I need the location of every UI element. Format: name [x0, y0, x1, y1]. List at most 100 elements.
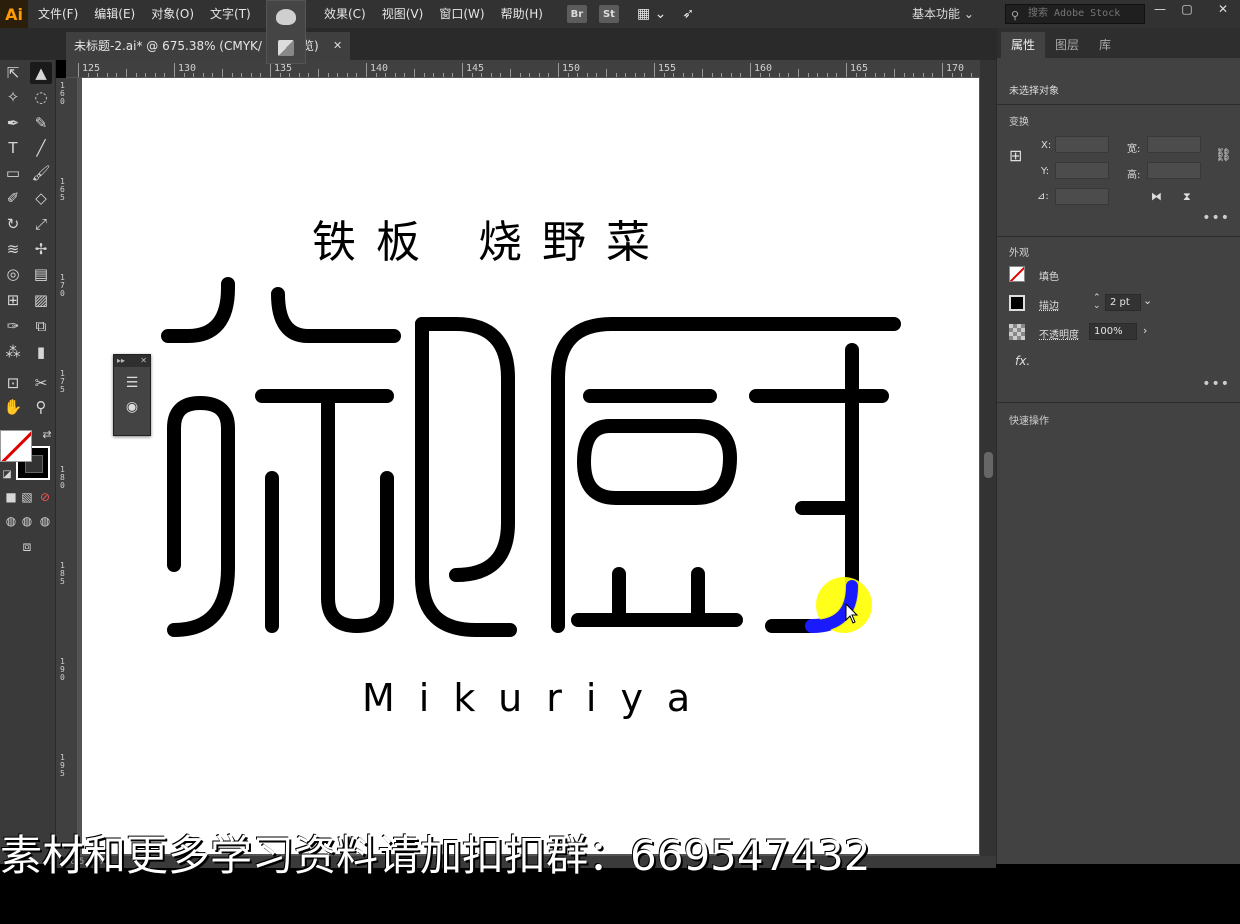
floating-mini-panel[interactable]: ▸▸ ✕ ☰ ◉: [113, 354, 151, 436]
scrollbar-thumb[interactable]: [984, 452, 993, 478]
maximize-button[interactable]: ▢: [1172, 0, 1202, 20]
ruler-tick: [730, 73, 732, 77]
ruler-tick: [922, 73, 924, 77]
ruler-tick: [222, 69, 223, 77]
menu-object[interactable]: 对象(O): [143, 0, 202, 28]
perspective-grid-tool-icon[interactable]: ▤: [30, 263, 52, 285]
more-options-icon-2[interactable]: •••: [1202, 376, 1230, 392]
none-mode-icon[interactable]: ⊘: [34, 486, 56, 508]
rectangle-tool-icon[interactable]: ▭: [2, 162, 24, 184]
lasso-tool-icon[interactable]: ◌: [30, 86, 52, 108]
stock-button[interactable]: St: [598, 5, 619, 23]
opacity-label[interactable]: 不透明度: [1039, 326, 1079, 341]
stroke-stepper-icon[interactable]: ⌃ ⌄: [1093, 294, 1101, 311]
menu-lines-icon[interactable]: ☰: [122, 375, 142, 391]
logo-artwork[interactable]: [82, 78, 979, 854]
opacity-input[interactable]: 100%: [1089, 323, 1137, 340]
blend-tool-icon[interactable]: ⧉: [30, 315, 52, 337]
menu-effect[interactable]: 效果(C): [316, 0, 374, 28]
pen-tool-icon[interactable]: ✒: [2, 112, 24, 134]
fill-color-swatch[interactable]: [0, 430, 32, 462]
type-tool-icon[interactable]: T: [2, 137, 24, 159]
draw-inside-icon[interactable]: ◍: [34, 510, 56, 532]
close-icon[interactable]: ✕: [140, 355, 147, 367]
y-input[interactable]: [1055, 162, 1109, 179]
flip-horizontal-icon[interactable]: ⧓: [1151, 190, 1162, 203]
stroke-11: [577, 419, 737, 505]
palette-icon[interactable]: [276, 8, 296, 25]
minimize-button[interactable]: —: [1145, 0, 1175, 20]
paintbrush-tool-icon[interactable]: 🖌: [30, 162, 52, 184]
workspace-switcher[interactable]: 基本功能 ⌄: [912, 0, 974, 28]
constrain-link-icon[interactable]: ⛓: [1215, 148, 1232, 163]
fx-button[interactable]: fx.: [1015, 354, 1030, 368]
magic-wand-tool-icon[interactable]: ✧: [2, 86, 24, 108]
document-tab[interactable]: 未标题-2.ai* @ 675.38% (CMYK/览): [66, 32, 350, 60]
selection-tool-icon[interactable]: ⇱: [2, 62, 24, 84]
ruler-tick: [807, 73, 809, 77]
eyedropper-tool-icon[interactable]: ✑: [2, 315, 24, 337]
stroke-label[interactable]: 描边: [1039, 297, 1059, 312]
x-input[interactable]: [1055, 136, 1109, 153]
menu-file[interactable]: 文件(F): [30, 0, 86, 28]
eraser-tool-icon[interactable]: ◇: [30, 187, 52, 209]
swap-colors-icon[interactable]: ⇄: [36, 424, 58, 446]
menu-help[interactable]: 帮助(H): [493, 0, 551, 28]
artboard[interactable]: 铁板 烧野菜 Mikuriya: [82, 78, 979, 854]
ruler-tick: [500, 73, 502, 77]
scale-tool-icon[interactable]: ⤢: [30, 213, 52, 235]
close-window-button[interactable]: ✕: [1208, 0, 1238, 20]
curvature-tool-icon[interactable]: ✎: [30, 112, 52, 134]
ruler-tick: [193, 73, 195, 77]
collapse-icon[interactable]: ▸▸: [117, 355, 125, 367]
artboard-tool-icon[interactable]: ⊡: [2, 372, 24, 394]
y-label: Y:: [1041, 166, 1050, 177]
shape-builder-tool-icon[interactable]: ◎: [2, 263, 24, 285]
fill-none-swatch[interactable]: [1009, 266, 1025, 282]
stroke-weight-dropdown-icon[interactable]: ⌄: [1143, 294, 1152, 307]
zoom-tool-icon[interactable]: ⚲: [30, 396, 52, 418]
ruler-tick: [97, 73, 99, 77]
gradient-tool-icon[interactable]: ▨: [30, 289, 52, 311]
bridge-button[interactable]: Br: [566, 5, 587, 23]
screen-mode-icon[interactable]: ⧈: [16, 536, 38, 558]
mesh-tool-icon[interactable]: ⊞: [2, 289, 24, 311]
brush-library-dropdown[interactable]: [266, 0, 306, 64]
stroke-weight-input[interactable]: 2 pt: [1105, 294, 1141, 311]
angle-input[interactable]: [1055, 188, 1109, 205]
column-graph-tool-icon[interactable]: ▮: [30, 341, 52, 363]
tab-layers[interactable]: 图层: [1045, 32, 1089, 58]
opacity-expand-icon[interactable]: ›: [1143, 324, 1147, 337]
slice-tool-icon[interactable]: ✂: [30, 372, 52, 394]
line-tool-icon[interactable]: ╱: [30, 137, 52, 159]
stroke-swatch[interactable]: [1009, 295, 1025, 311]
ruler-tick: [932, 73, 934, 77]
gpu-rocket-icon[interactable]: ➶: [674, 0, 702, 28]
menu-edit[interactable]: 编辑(E): [86, 0, 143, 28]
menu-view[interactable]: 视图(V): [374, 0, 432, 28]
vertical-scrollbar[interactable]: [980, 60, 996, 864]
menu-window[interactable]: 窗口(W): [431, 0, 492, 28]
ruler-tick: [567, 73, 569, 77]
tab-properties[interactable]: 属性: [1001, 32, 1046, 58]
shape-icon[interactable]: [278, 39, 294, 56]
rotate-tool-icon[interactable]: ↻: [2, 213, 24, 235]
more-options-icon[interactable]: •••: [1202, 210, 1230, 226]
direct-selection-tool-icon[interactable]: ▲: [30, 62, 52, 84]
pathfinder-icon[interactable]: ◉: [122, 399, 142, 415]
width-tool-icon[interactable]: ≋: [2, 238, 24, 260]
menu-type[interactable]: 文字(T): [202, 0, 259, 28]
symbol-sprayer-tool-icon[interactable]: ⁂: [2, 341, 24, 363]
flip-vertical-icon[interactable]: ⧗: [1183, 190, 1191, 204]
stock-search-input[interactable]: ⚲ 搜索 Adobe Stock: [1005, 4, 1145, 24]
hand-tool-icon[interactable]: ✋: [2, 396, 24, 418]
tab-libraries[interactable]: 库: [1089, 32, 1121, 58]
reference-point-icon[interactable]: ⊞: [1009, 146, 1022, 165]
width-input[interactable]: [1147, 136, 1201, 153]
puppet-warp-tool-icon[interactable]: ✢: [30, 238, 52, 260]
height-input[interactable]: [1147, 162, 1201, 179]
arrange-documents-icon[interactable]: ▦ ⌄: [629, 0, 674, 28]
ruler-tick: [778, 73, 780, 77]
close-tab-button[interactable]: ✕: [333, 32, 342, 60]
shaper-tool-icon[interactable]: ✐: [2, 187, 24, 209]
